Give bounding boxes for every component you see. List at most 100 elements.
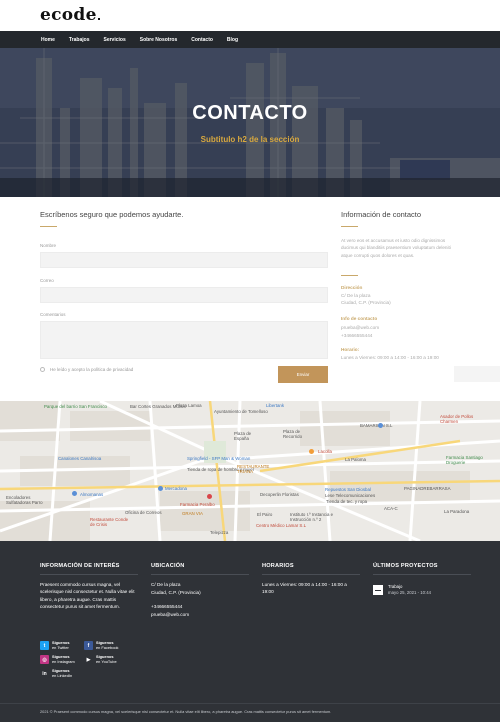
submit-button[interactable]: Enviar [278,366,328,383]
linkedin-icon: in [40,669,49,679]
address-label: Dirección [341,285,363,290]
nav-item-servicios[interactable]: Servicios [103,37,125,43]
map-label: ACA-C [384,506,398,511]
footer-address1: C/ De la plaza [151,582,181,587]
copyright-text: 2021 © Praesent commodo cursus magna, ve… [40,709,332,714]
footer-heading: HORARIOS [262,563,294,569]
footer-hours-text: Lunes a Viernes: 09:00 a 14:00 - 16:00 a… [262,582,347,595]
map-pin-icon [158,486,163,491]
map-label: Centro Médico Lamar S.L [256,523,307,528]
footer-location: UBICACIÓN C/ De la plaza Ciudad, C.P. (P… [151,563,249,617]
site-footer: INFORMACIÓN DE INTERÉS Praesent commodo … [0,541,500,722]
map-label: Instituto I.º Instancia e Instrucción n.… [290,512,334,522]
hours-value: Lunes a Viernes: 09:00 a 14:00 - 16:00 a… [341,355,439,360]
email-label: Correo [40,278,54,283]
divider [341,275,358,276]
nav-item-blog[interactable]: Blog [227,37,238,43]
contact-email[interactable]: prueba@web.com [341,324,379,331]
map-label: La Paradona [444,509,470,514]
contact-form: Escríbenos seguro que podemos ayudarte. … [40,210,328,383]
map-label: Encoladores Sulfatadoras Parro [6,495,43,505]
footer-phone[interactable]: +34666555444 [151,603,182,610]
footer-interest: INFORMACIÓN DE INTERÉS Praesent commodo … [40,563,138,609]
location-pin-icon[interactable] [207,494,212,499]
map-label: Plaza de Recorrido [283,429,303,439]
comments-field[interactable] [40,321,328,359]
name-field[interactable] [40,252,328,268]
footer-address2: Ciudad, C.P. (Provincia) [151,590,201,595]
social-instagram[interactable]: ◎ Síguenos en Instagram [40,654,75,665]
nav-item-contacto[interactable]: Contacto [191,37,213,43]
map-label: PAGINADREBARRASA [404,486,451,491]
map-label: Almomanas [80,492,104,497]
footer-hours: HORARIOS Lunes a Viernes: 09:00 a 14:00 … [262,563,360,594]
map-label: GRAN VIA [182,511,203,516]
map-label: Mercadona [165,486,187,491]
map-label: RESTAURANTE TRIANA [237,464,270,474]
location-map[interactable]: Parque del barrio San Francisco Bar Cort… [0,401,500,541]
back-to-top-button[interactable] [454,366,500,382]
form-heading: Escríbenos seguro que podemos ayudarte. [40,210,184,219]
privacy-consent: He leído y acepto la política de privaci… [40,367,133,372]
map-label: Springfield - SFP Man & Woman [187,456,251,461]
info-heading: Información de contacto [341,210,422,219]
divider [0,703,500,704]
social-linkedin[interactable]: in Síguenos en LinkedIn [40,668,72,679]
map-label: El Pairo [257,512,273,517]
map-pin-icon [378,423,383,428]
project-thumbnail[interactable] [373,585,383,595]
map-pin-icon [72,491,77,496]
map-label: Asador de Pollos Charmen [440,414,474,424]
map-pin-icon [309,449,314,454]
contact-phone[interactable]: +34666555444 [341,332,372,339]
privacy-checkbox[interactable] [40,367,45,372]
map-label: Lacolla [318,449,332,454]
page-title: CONTACTO [192,102,308,124]
footer-projects: ÚLTIMOS PROYECTOS [373,563,471,575]
map-label: Farmacia Peralbo [180,502,215,507]
map-label: BAMARSAN S.L [360,423,393,428]
nav-item-sobre-nosotros[interactable]: Sobre Nosotros [140,37,178,43]
privacy-label[interactable]: He leído y acepto la política de privaci… [50,367,133,372]
map-label: Libertank [266,403,285,408]
map-label: Farmacia Santiago Droguerie [446,455,483,465]
map-label: Canalones Canalrisoa [58,456,102,461]
map-label: Repuestos San Diosbal [325,487,371,492]
twitter-icon: t [40,641,49,651]
footer-heading: UBICACIÓN [151,563,185,569]
footer-email[interactable]: prueba@web.com [151,611,189,618]
map-label: La Paloma [345,457,366,462]
social-twitter[interactable]: t Síguenos en Twitter [40,640,70,651]
map-label: Telepizza [210,530,229,535]
nav-item-trabajos[interactable]: Trabajos [69,37,90,43]
map-label: Tienda de tec. y ropa [326,499,368,504]
contact-label: Info de contacto [341,316,378,321]
social-facebook[interactable]: f Síguenos en Facebook [84,640,119,651]
project-item[interactable]: Trabajo mayo 25, 2021 - 10:44 [373,584,431,596]
site-header: ecode [0,0,500,31]
social-youtube[interactable]: ▶ Síguenos en YouTube [84,654,117,665]
project-date: mayo 25, 2021 - 10:44 [388,590,431,595]
footer-heading: INFORMACIÓN DE INTERÉS [40,563,120,569]
footer-heading: ÚLTIMOS PROYECTOS [373,563,438,569]
contact-info: Información de contacto At vero eos et a… [341,210,461,360]
email-field[interactable] [40,287,328,303]
map-label: Decoperlin Floristas [260,492,299,497]
map-label: Ayuntamiento de Tomelloso [214,409,268,414]
youtube-icon: ▶ [84,655,93,665]
address-line1: C/ De la plaza [341,293,371,298]
divider [341,226,358,227]
facebook-icon: f [84,641,93,651]
nav-item-home[interactable]: Home [41,37,55,43]
info-description: At vero eos et accusamus et iusto odio d… [341,238,451,258]
footer-text: Praesent commodo cursus magna, vel scele… [40,582,135,610]
map-label: Plaza de España [234,431,252,441]
site-logo[interactable]: ecode [40,5,100,25]
instagram-icon: ◎ [40,655,49,665]
hours-label: Horario: [341,347,360,352]
page-subtitle: Subtitulo h2 de la sección [200,135,300,144]
map-label: Parque del barrio San Francisco [44,404,107,409]
comments-label: Comentarios [40,312,66,317]
map-label: Restaurante Conde de Crisis [90,517,129,527]
divider [40,226,57,227]
